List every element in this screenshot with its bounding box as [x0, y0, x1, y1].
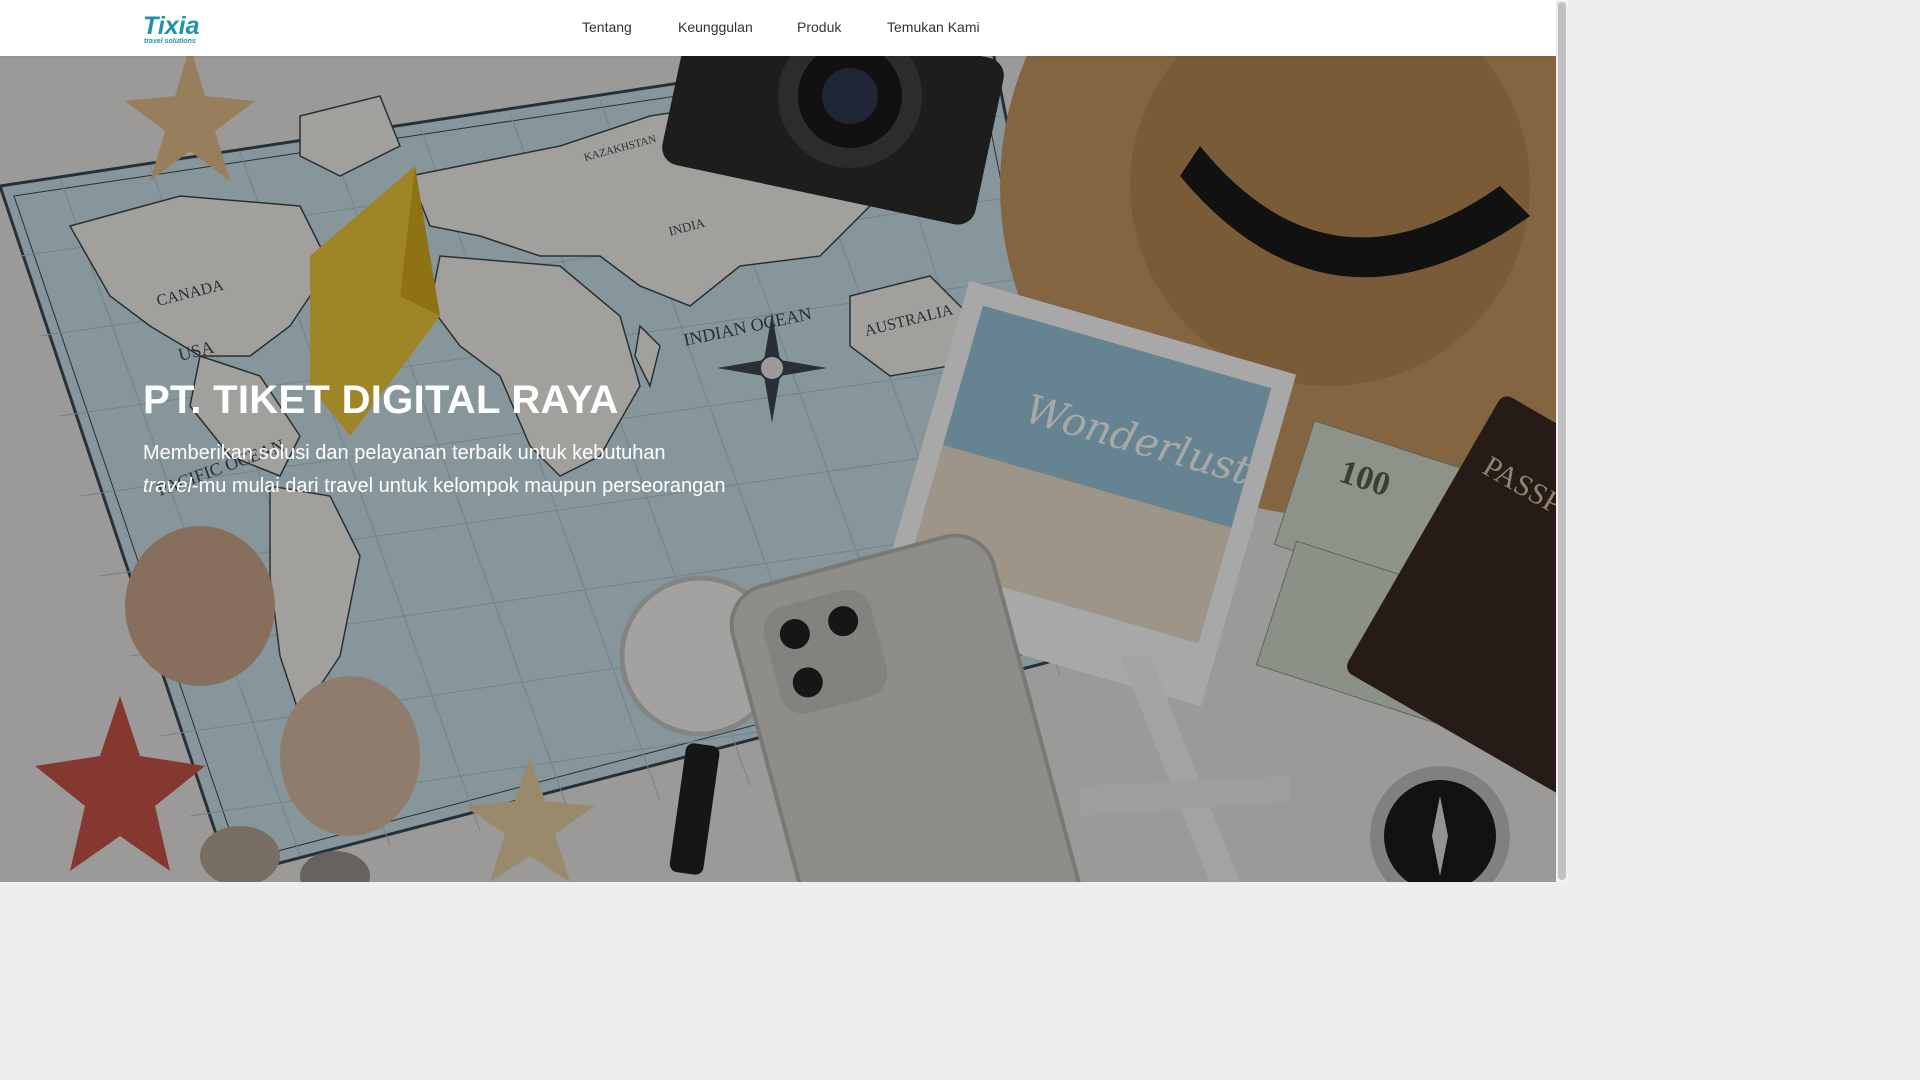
nav-link-temukan-kami[interactable]: Temukan Kami [887, 19, 980, 36]
hero-title: PT. TIKET DIGITAL RAYA [143, 378, 619, 422]
vertical-scrollbar[interactable] [1556, 0, 1568, 882]
nav-link-produk[interactable]: Produk [797, 19, 841, 36]
hero-subtitle-line2: -mu mulai dari travel untuk kelompok mau… [191, 475, 726, 497]
top-navbar: Tixia travel solutions Tentang Keunggula… [0, 0, 1556, 56]
logo-tagline: travel solutions [144, 38, 196, 45]
hero-subtitle-emphasis: travel [143, 475, 192, 497]
nav-link-keunggulan[interactable]: Keunggulan [678, 19, 753, 36]
scrollbar-thumb[interactable] [1558, 2, 1566, 880]
hero-subtitle: Memberikan solusi dan pelayanan terbaik … [143, 437, 843, 503]
nav-link-tentang[interactable]: Tentang [582, 19, 632, 36]
tixia-logo[interactable]: Tixia travel solutions [143, 12, 213, 46]
hero-section: CANADA USA INDIAN OCEAN AUSTRALIA PACIFI… [0, 56, 1556, 882]
logo-wordmark: Tixia [143, 12, 200, 40]
hero-subtitle-line1: Memberikan solusi dan pelayanan terbaik … [143, 442, 666, 464]
